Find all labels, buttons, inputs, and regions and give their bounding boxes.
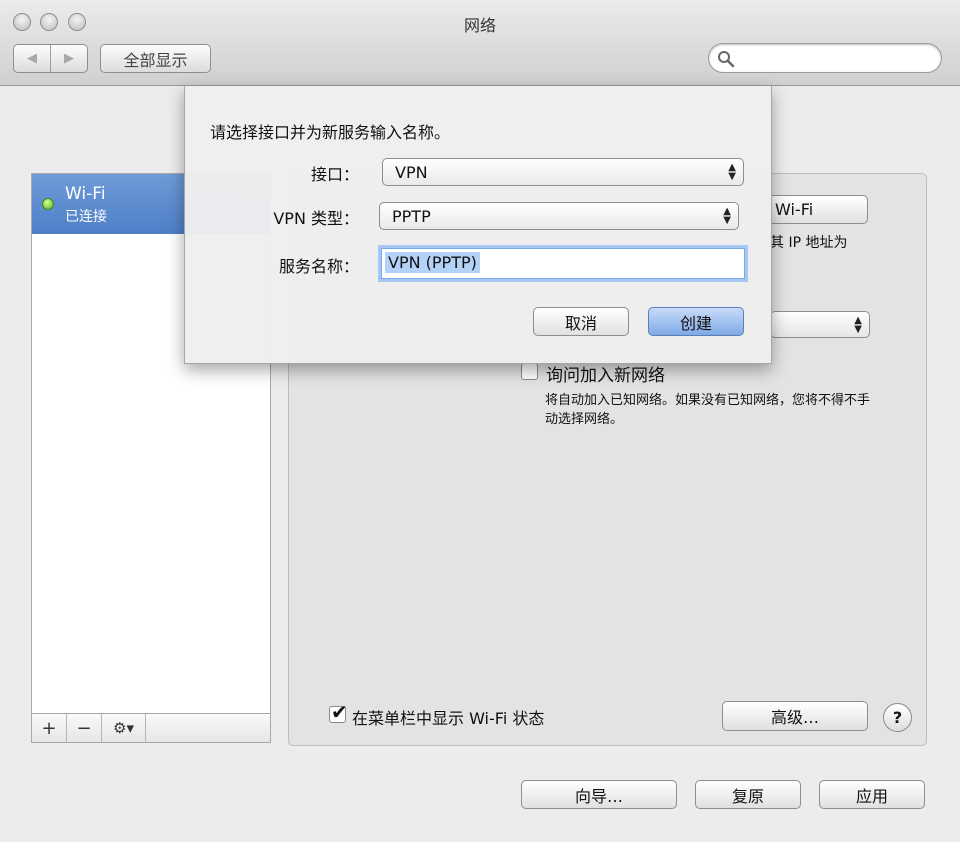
network-name-popup[interactable]: ▲ ▼ [770, 311, 870, 338]
revert-button[interactable]: 复原 [695, 780, 801, 809]
advanced-button[interactable]: 高级… [722, 701, 868, 731]
remove-service-button[interactable]: − [67, 714, 102, 742]
gear-menu-button[interactable]: ⚙▾ [102, 714, 146, 742]
new-service-sheet: 请选择接口并为新服务输入名称。 接口： VPN ▲ ▼ VPN 类型： PPTP … [184, 86, 772, 364]
create-button[interactable]: 创建 [648, 307, 744, 336]
vpn-type-value: PPTP [392, 206, 431, 226]
back-arrow-icon[interactable]: ◀ [14, 45, 51, 72]
list-toolbar: + − ⚙▾ [32, 713, 270, 742]
show-all-button[interactable]: 全部显示 [100, 44, 211, 73]
service-name: Wi-Fi [65, 184, 106, 204]
popup-arrows-icon: ▲ ▼ [723, 206, 731, 226]
search-field[interactable] [708, 43, 942, 73]
vpn-type-label: VPN 类型： [273, 209, 359, 228]
show-in-menubar-checkbox[interactable]: ✔ [329, 700, 348, 724]
checkmark-icon: ✔ [331, 700, 348, 724]
interface-popup[interactable]: VPN ▲ ▼ [382, 158, 744, 186]
popup-arrows-icon: ▲ ▼ [854, 315, 862, 335]
assistant-button[interactable]: 向导… [521, 780, 677, 809]
ip-address-text: 其 IP 地址为 [770, 235, 848, 251]
turn-wifi-button[interactable]: Wi-Fi [768, 195, 868, 224]
search-icon [718, 51, 735, 68]
show-in-menubar-label: 在菜单栏中显示 Wi-Fi 状态 [352, 709, 545, 728]
apply-button[interactable]: 应用 [819, 780, 925, 809]
titlebar: 网络 ◀ ▶ 全部显示 [0, 0, 960, 86]
network-window: 网络 ◀ ▶ 全部显示 Wi-Fi 已连接 + − ⚙▾ Wi-Fi 其 IP … [0, 0, 960, 842]
help-button[interactable]: ? [883, 703, 912, 732]
service-status: 已连接 [65, 209, 107, 225]
service-name-selected-text: VPN (PPTP) [385, 252, 480, 273]
add-service-button[interactable]: + [32, 714, 67, 742]
ask-join-label: 询问加入新网络 [546, 366, 665, 386]
cancel-button[interactable]: 取消 [533, 307, 629, 336]
interface-label: 接口： [310, 165, 359, 184]
back-forward-control[interactable]: ◀ ▶ [13, 44, 88, 73]
popup-arrows-icon: ▲ ▼ [728, 162, 736, 182]
sheet-prompt: 请选择接口并为新服务输入名称。 [210, 123, 451, 142]
ask-join-checkbox[interactable] [521, 363, 538, 380]
connected-status-dot-icon [42, 198, 54, 210]
interface-value: VPN [395, 162, 428, 182]
window-title: 网络 [463, 16, 496, 35]
service-name-label: 服务名称： [278, 257, 359, 276]
ask-join-description: 将自动加入已知网络。如果没有已知网络，您将不得不手动选择网络。 [545, 393, 871, 427]
vpn-type-popup[interactable]: PPTP ▲ ▼ [379, 202, 739, 230]
forward-arrow-icon[interactable]: ▶ [51, 45, 87, 72]
service-name-field[interactable]: VPN (PPTP) [381, 248, 745, 279]
